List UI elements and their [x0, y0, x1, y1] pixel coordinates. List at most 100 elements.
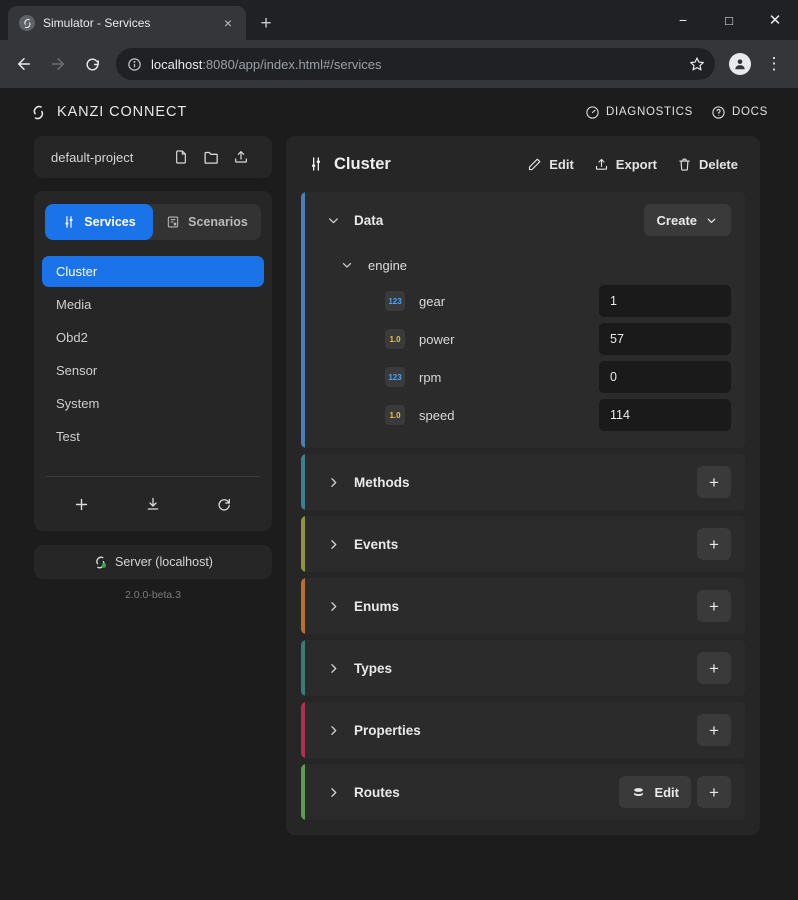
close-icon[interactable]: ×	[218, 13, 238, 33]
chevron-right-icon[interactable]	[323, 537, 343, 552]
section-methods-header[interactable]: Methods +	[301, 454, 745, 510]
bookmark-star-icon[interactable]	[689, 56, 705, 72]
file-icon[interactable]	[166, 142, 196, 172]
field-value-input[interactable]	[599, 361, 731, 393]
sidebar-item-system[interactable]: System	[42, 388, 264, 419]
address-bar[interactable]: localhost:8080/app/index.html#/services	[116, 48, 715, 80]
browser-menu-icon[interactable]: ⋮	[758, 48, 790, 80]
upload-icon[interactable]	[226, 142, 256, 172]
add-type-button[interactable]: +	[697, 652, 731, 684]
delete-label: Delete	[699, 157, 738, 172]
browser-tab[interactable]: Simulator - Services ×	[8, 6, 246, 40]
section-properties-header[interactable]: Properties +	[301, 702, 745, 758]
app-body: default-project	[0, 136, 798, 835]
close-window-icon[interactable]: ✕	[752, 0, 798, 40]
avatar	[729, 53, 751, 75]
field-value-input[interactable]	[599, 399, 731, 431]
field-name: speed	[419, 408, 599, 423]
folder-open-icon[interactable]	[196, 142, 226, 172]
tab-scenarios-label: Scenarios	[188, 215, 248, 229]
section-title: Methods	[354, 475, 697, 490]
add-enum-button[interactable]: +	[697, 590, 731, 622]
forward-icon[interactable]	[42, 48, 74, 80]
server-label: Server (localhost)	[115, 555, 213, 569]
create-button[interactable]: Create	[644, 204, 731, 236]
service-label: Cluster	[56, 264, 97, 279]
docs-link[interactable]: DOCS	[711, 105, 768, 120]
add-route-button[interactable]: +	[697, 776, 731, 808]
service-label: System	[56, 396, 99, 411]
new-tab-button[interactable]: +	[252, 9, 280, 37]
pencil-icon	[527, 157, 542, 172]
section-events: Events +	[301, 516, 745, 572]
back-icon[interactable]	[8, 48, 40, 80]
edit-button[interactable]: Edit	[527, 157, 574, 172]
section-types-header[interactable]: Types +	[301, 640, 745, 696]
sidebar-item-test[interactable]: Test	[42, 421, 264, 452]
page-title: Cluster	[308, 155, 527, 174]
site-info-icon[interactable]	[127, 57, 142, 72]
reload-icon[interactable]	[76, 48, 108, 80]
kanzi-connect-app: KANZI CONNECT DIAGNOSTICS DOCS default-p…	[0, 88, 798, 900]
delete-button[interactable]: Delete	[677, 157, 738, 172]
edit-routes-button[interactable]: Edit	[619, 776, 691, 808]
sidebar-item-sensor[interactable]: Sensor	[42, 355, 264, 386]
sidebar-item-cluster[interactable]: Cluster	[42, 256, 264, 287]
field-value-input[interactable]	[599, 285, 731, 317]
url-path: :8080/app/index.html#/services	[202, 57, 381, 72]
add-event-button[interactable]: +	[697, 528, 731, 560]
section-routes-header[interactable]: Routes Edit +	[301, 764, 745, 820]
sidebar-item-obd2[interactable]: Obd2	[42, 322, 264, 353]
sidebar-item-media[interactable]: Media	[42, 289, 264, 320]
project-bar: default-project	[34, 136, 272, 178]
plus-icon[interactable]	[65, 487, 99, 521]
chevron-right-icon[interactable]	[323, 723, 343, 738]
profile-avatar[interactable]	[724, 48, 756, 80]
maximize-icon[interactable]: □	[706, 0, 752, 40]
services-panel: Services Scenarios Cluster Media Obd2	[34, 191, 272, 531]
section-title: Events	[354, 537, 697, 552]
section-enums: Enums +	[301, 578, 745, 634]
service-label: Sensor	[56, 363, 97, 378]
header-links: DIAGNOSTICS DOCS	[585, 105, 768, 120]
sliders-icon	[62, 215, 76, 229]
type-badge-float-icon: 1.0	[385, 329, 405, 349]
chevron-down-icon[interactable]	[337, 258, 357, 272]
sliders-icon	[308, 156, 324, 172]
database-icon	[631, 785, 646, 800]
field-name: rpm	[419, 370, 599, 385]
add-method-button[interactable]: +	[697, 466, 731, 498]
minimize-icon[interactable]: −	[660, 0, 706, 40]
server-icon	[93, 555, 108, 570]
chevron-right-icon[interactable]	[323, 599, 343, 614]
tab-strip: Simulator - Services × + − □ ✕	[0, 0, 798, 40]
add-property-button[interactable]: +	[697, 714, 731, 746]
chevron-right-icon[interactable]	[323, 661, 343, 676]
main-actions: Edit Export Delete	[527, 157, 738, 172]
refresh-icon[interactable]	[207, 487, 241, 521]
section-methods-actions: +	[697, 466, 731, 498]
server-status[interactable]: Server (localhost)	[34, 545, 272, 579]
export-label: Export	[616, 157, 657, 172]
chevron-right-icon[interactable]	[323, 785, 343, 800]
edit-routes-label: Edit	[654, 785, 679, 800]
section-events-header[interactable]: Events +	[301, 516, 745, 572]
kanzi-icon	[19, 15, 35, 31]
section-properties-actions: +	[697, 714, 731, 746]
diagnostics-label: DIAGNOSTICS	[606, 106, 693, 118]
export-button[interactable]: Export	[594, 157, 657, 172]
section-data-header[interactable]: Data Create	[301, 192, 745, 248]
tab-scenarios[interactable]: Scenarios	[153, 204, 261, 240]
download-icon[interactable]	[136, 487, 170, 521]
tab-services[interactable]: Services	[45, 204, 153, 240]
brand[interactable]: KANZI CONNECT	[30, 104, 187, 121]
field-name: power	[419, 332, 599, 347]
section-title: Data	[354, 213, 644, 228]
group-engine[interactable]: engine	[323, 248, 731, 282]
section-enums-header[interactable]: Enums +	[301, 578, 745, 634]
diagnostics-link[interactable]: DIAGNOSTICS	[585, 105, 693, 120]
chevron-right-icon[interactable]	[323, 475, 343, 490]
chevron-down-icon[interactable]	[323, 213, 343, 228]
field-value-input[interactable]	[599, 323, 731, 355]
service-list: Cluster Media Obd2 Sensor System Test	[34, 240, 272, 452]
